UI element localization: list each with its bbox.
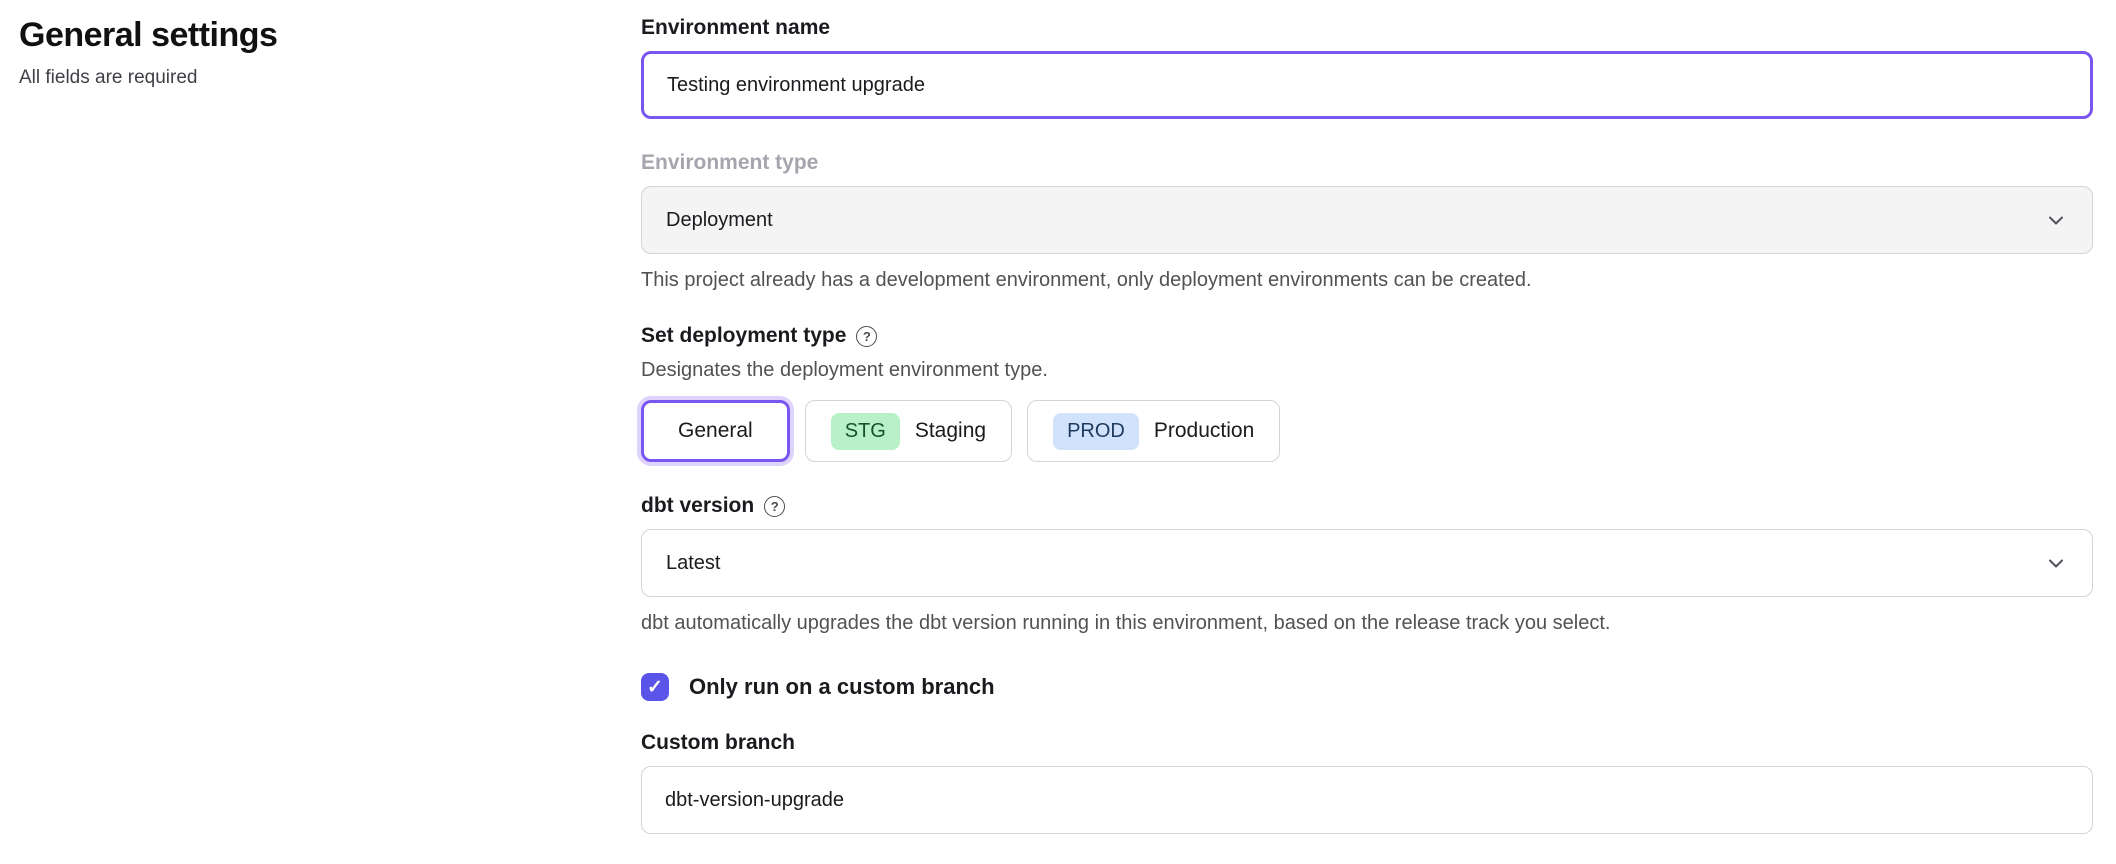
dbt-version-helper: dbt automatically upgrades the dbt versi… xyxy=(641,612,2093,635)
deployment-type-label-row: Set deployment type ? xyxy=(641,324,2093,348)
settings-header: General settings All fields are required xyxy=(19,16,277,89)
deployment-type-staging-button[interactable]: STG Staging xyxy=(805,400,1012,462)
custom-branch-checkbox[interactable]: ✓ xyxy=(641,673,669,701)
deployment-type-options: General STG Staging PROD Production xyxy=(641,400,2093,462)
dbt-version-value: Latest xyxy=(666,552,720,575)
deployment-type-production-button[interactable]: PROD Production xyxy=(1027,400,1280,462)
environment-type-label: Environment type xyxy=(641,151,2093,175)
page-title: General settings xyxy=(19,16,277,55)
environment-type-value: Deployment xyxy=(666,209,773,232)
deployment-type-description: Designates the deployment environment ty… xyxy=(641,359,2093,382)
check-icon: ✓ xyxy=(647,678,663,697)
staging-label: Staging xyxy=(915,419,986,443)
chevron-down-icon xyxy=(2044,208,2068,232)
custom-branch-toggle-row: ✓ Only run on a custom branch xyxy=(641,673,2093,701)
deployment-type-label: Set deployment type xyxy=(641,324,846,348)
environment-type-helper: This project already has a development e… xyxy=(641,269,2093,292)
dbt-version-label: dbt version xyxy=(641,494,754,518)
environment-name-input[interactable] xyxy=(641,51,2093,119)
help-icon[interactable]: ? xyxy=(764,496,785,517)
help-icon[interactable]: ? xyxy=(856,326,877,347)
deployment-type-general-button[interactable]: General xyxy=(641,400,790,462)
stg-badge: STG xyxy=(831,413,900,450)
custom-branch-checkbox-label[interactable]: Only run on a custom branch xyxy=(689,674,995,700)
page-subtitle: All fields are required xyxy=(19,67,277,89)
environment-type-select[interactable]: Deployment xyxy=(641,186,2093,254)
prod-badge: PROD xyxy=(1053,413,1139,450)
environment-settings-form: Environment name Environment type Deploy… xyxy=(641,16,2093,834)
production-label: Production xyxy=(1154,419,1254,443)
environment-name-label: Environment name xyxy=(641,16,2093,40)
dbt-version-label-row: dbt version ? xyxy=(641,494,2093,518)
chevron-down-icon xyxy=(2044,551,2068,575)
dbt-version-select[interactable]: Latest xyxy=(641,529,2093,597)
custom-branch-input[interactable] xyxy=(641,766,2093,834)
general-label: General xyxy=(678,419,753,443)
custom-branch-label: Custom branch xyxy=(641,731,2093,755)
